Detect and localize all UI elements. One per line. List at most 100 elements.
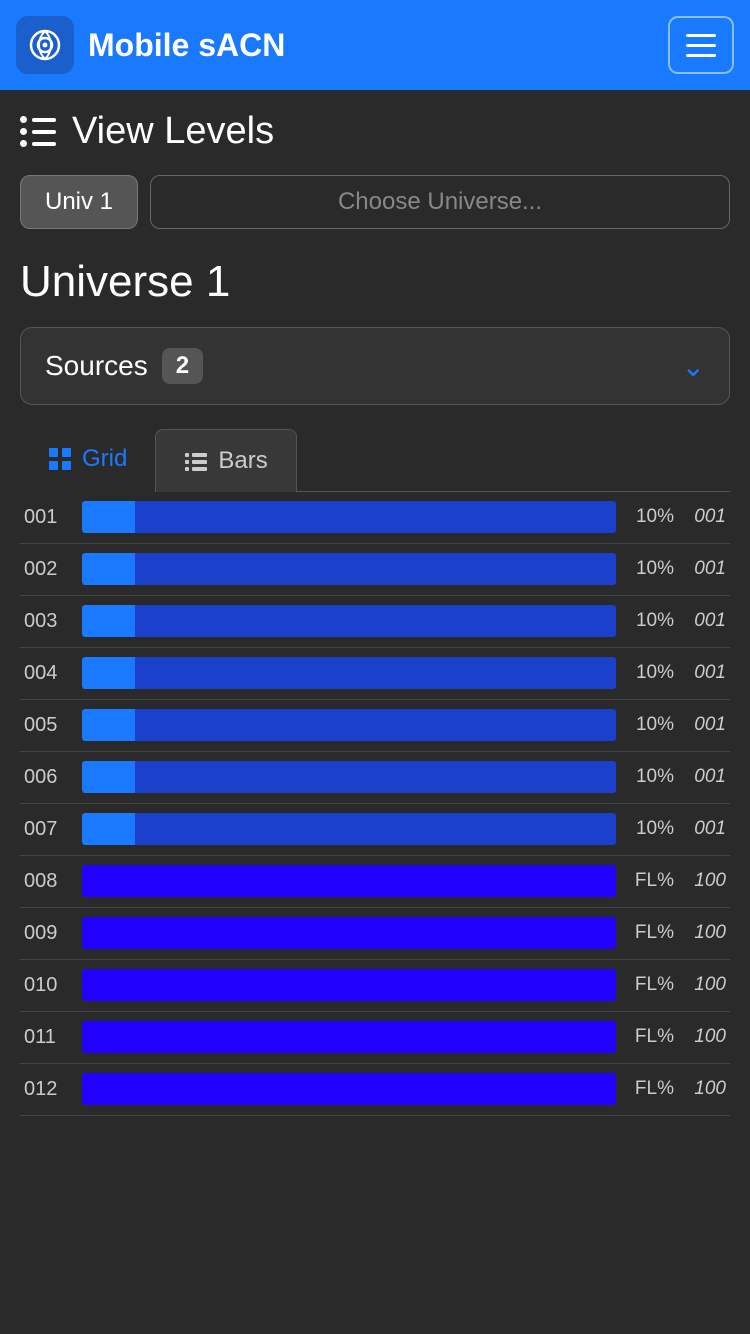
page-heading: View Levels [20,110,730,153]
channel-source: 001 [674,506,726,528]
channel-percent: FL% [622,922,674,944]
channel-row: 003 10%001 [20,596,730,648]
channel-bar-container [82,709,616,741]
channel-percent: 10% [622,818,674,840]
channel-number: 001 [24,506,76,529]
channel-bar-container [82,813,616,845]
channel-bar-fill [82,1073,616,1105]
channel-source: 100 [674,974,726,996]
channel-percent: 10% [622,714,674,736]
app-logo [16,16,74,74]
channel-row: 005 10%001 [20,700,730,752]
channel-source: 001 [674,766,726,788]
channel-number: 010 [24,974,76,997]
channel-bar-fill [82,657,135,689]
channel-number: 003 [24,610,76,633]
channel-row: 008 FL%100 [20,856,730,908]
channel-bar-fill [82,501,135,533]
sources-panel[interactable]: Sources 2 ⌄ [20,327,730,405]
channel-row: 009 FL%100 [20,908,730,960]
channel-percent: 10% [622,662,674,684]
universe-tabs: Univ 1 Choose Universe... [20,175,730,229]
channel-number: 007 [24,818,76,841]
channel-bar-fill [82,709,135,741]
channel-bar-fill [82,605,135,637]
channel-number: 011 [24,1026,76,1049]
tab-bars-label: Bars [218,447,267,475]
channel-bar-container [82,553,616,585]
header-left: Mobile sACN [16,16,285,74]
channel-number: 006 [24,766,76,789]
list-levels-icon [20,116,56,147]
grid-icon [48,447,72,471]
channel-bar-fill [82,917,616,949]
channel-source: 001 [674,558,726,580]
channel-percent: 10% [622,506,674,528]
channel-bar-fill [82,969,616,1001]
tab-bars[interactable]: Bars [155,429,296,492]
channel-bar-fill [82,553,135,585]
channel-bar-container [82,1073,616,1105]
app-title: Mobile sACN [88,27,285,64]
sources-count-badge: 2 [162,348,203,384]
channel-number: 012 [24,1078,76,1101]
channel-bar-container [82,501,616,533]
channel-row: 006 10%001 [20,752,730,804]
main-content: View Levels Univ 1 Choose Universe... Un… [0,90,750,1116]
channel-number: 004 [24,662,76,685]
sources-left: Sources 2 [45,348,203,384]
channel-percent: FL% [622,1026,674,1048]
channel-row: 012 FL%100 [20,1064,730,1116]
page-title: View Levels [72,110,274,153]
channel-bar-container [82,865,616,897]
channel-row: 00210%001 [20,544,730,596]
channel-source: 001 [674,662,726,684]
channel-row: 007 10%001 [20,804,730,856]
menu-icon-line2 [686,44,716,47]
channel-source: 100 [674,870,726,892]
channel-percent: 10% [622,766,674,788]
channel-list: 00110%00100210%00100310%00100410%0010051… [20,492,730,1116]
channel-bar-container [82,1021,616,1053]
menu-icon-line1 [686,34,716,37]
view-tabs: Grid Bars [20,429,730,492]
universe-title: Universe 1 [20,257,730,307]
channel-bar-container [82,761,616,793]
channel-row: 010 FL%100 [20,960,730,1012]
channel-row: 011 FL%100 [20,1012,730,1064]
channel-row: 004 10%001 [20,648,730,700]
univ1-tab[interactable]: Univ 1 [20,175,138,229]
channel-number: 008 [24,870,76,893]
channel-percent: FL% [622,1078,674,1100]
channel-bar-container [82,917,616,949]
sources-label: Sources [45,350,148,382]
channel-row: 00110%001 [20,492,730,544]
tab-grid[interactable]: Grid [20,429,155,492]
channel-source: 100 [674,1078,726,1100]
channel-number: 002 [24,558,76,581]
channel-bar-fill [82,1021,616,1053]
channel-percent: FL% [622,974,674,996]
channel-bar-fill [82,761,135,793]
channel-source: 100 [674,1026,726,1048]
channel-bar-container [82,657,616,689]
channel-bar-container [82,605,616,637]
channel-source: 001 [674,610,726,632]
channel-source: 001 [674,714,726,736]
chevron-down-icon: ⌄ [682,350,705,383]
channel-number: 009 [24,922,76,945]
channel-bar-fill [82,865,616,897]
tab-grid-label: Grid [82,445,127,473]
channel-source: 001 [674,818,726,840]
menu-button[interactable] [668,16,734,74]
menu-icon-line3 [686,54,716,57]
channel-percent: 10% [622,610,674,632]
channel-bar-container [82,969,616,1001]
channel-number: 005 [24,714,76,737]
bars-icon [184,449,208,473]
channel-source: 100 [674,922,726,944]
channel-percent: FL% [622,870,674,892]
app-header: Mobile sACN [0,0,750,90]
channel-bar-fill [82,813,135,845]
choose-universe-tab[interactable]: Choose Universe... [150,175,730,229]
